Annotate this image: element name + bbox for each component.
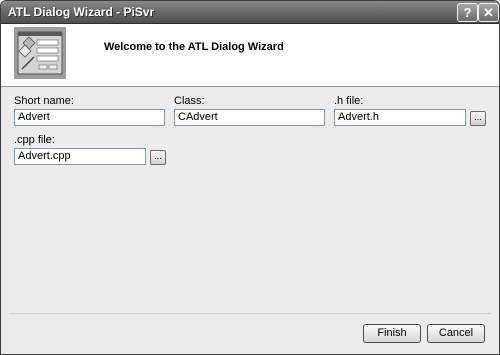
cpp-file-input[interactable]: Advert.cpp: [14, 148, 146, 165]
header-banner: Welcome to the ATL Dialog Wizard: [1, 24, 499, 87]
atl-dialog-wizard-window: ATL Dialog Wizard - PiSvr ? ✕ Welcome to…: [0, 0, 500, 355]
help-button[interactable]: ?: [457, 3, 478, 22]
dialog-wizard-icon: [14, 27, 66, 79]
short-name-label: Short name:: [14, 95, 74, 107]
h-file-browse-button[interactable]: ...: [470, 111, 486, 126]
cpp-file-browse-button[interactable]: ...: [150, 150, 166, 165]
class-label: Class:: [174, 95, 205, 107]
cancel-button[interactable]: Cancel: [427, 324, 485, 343]
h-file-label: .h file:: [334, 95, 364, 107]
class-input[interactable]: CAdvert: [174, 109, 325, 126]
cpp-file-label: .cpp file:: [14, 134, 55, 146]
footer-separator: [9, 313, 491, 314]
finish-button[interactable]: Finish: [363, 324, 421, 343]
title-bar[interactable]: ATL Dialog Wizard - PiSvr ? ✕: [1, 1, 499, 24]
window-title: ATL Dialog Wizard - PiSvr: [8, 5, 155, 19]
short-name-input[interactable]: Advert: [14, 109, 165, 126]
h-file-input[interactable]: Advert.h: [334, 109, 466, 126]
close-button[interactable]: ✕: [478, 3, 499, 22]
header-title: Welcome to the ATL Dialog Wizard: [104, 41, 284, 53]
